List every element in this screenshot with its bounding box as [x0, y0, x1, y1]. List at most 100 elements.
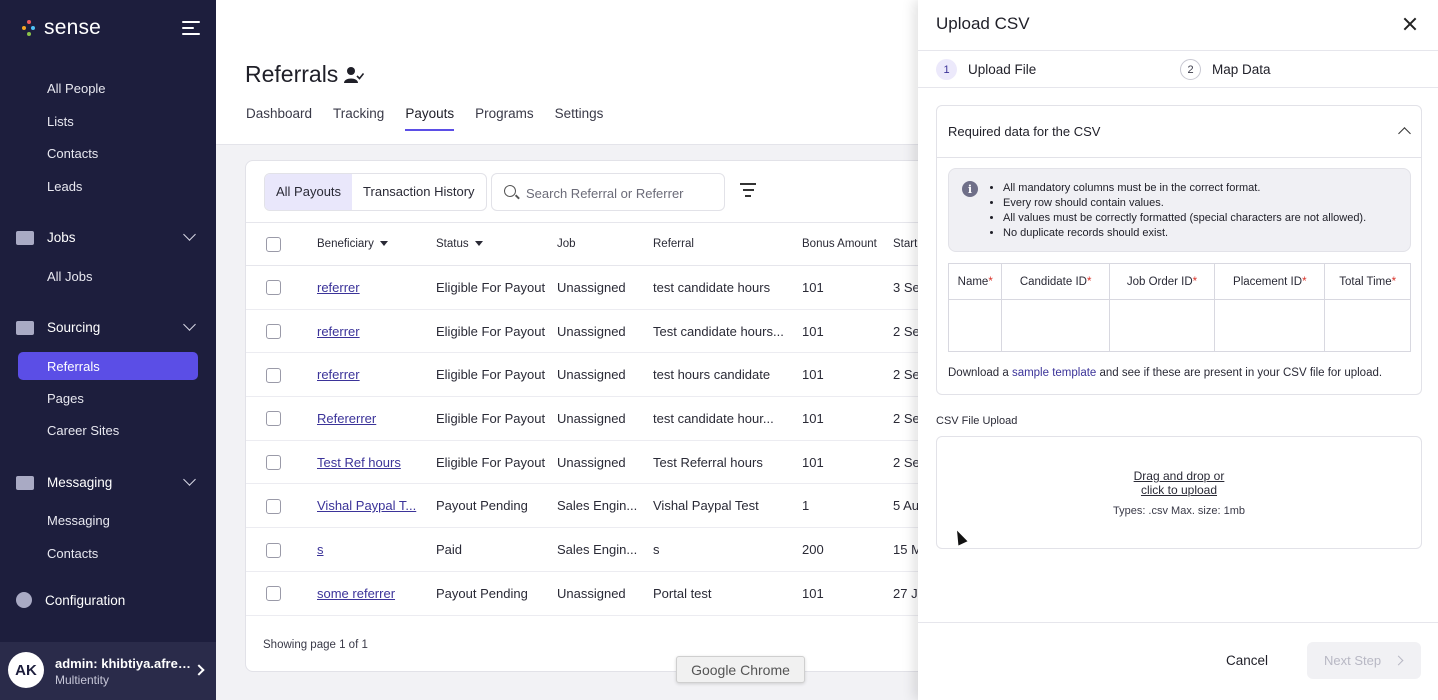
col-status[interactable]: Status [436, 222, 557, 266]
sample-template-link[interactable]: sample template [1012, 367, 1096, 379]
col-label: Total Time [1339, 275, 1392, 288]
page-header: Referrals Dashboard Tracking Payouts Pro… [216, 0, 918, 145]
segment-transaction-history[interactable]: Transaction History [352, 174, 486, 210]
segment-all-payouts[interactable]: All Payouts [265, 174, 353, 210]
file-types-hint: Types: .csv Max. size: 1mb [1112, 505, 1246, 517]
col-label: Status [436, 238, 469, 250]
pagination-status: Showing page 1 of 1 [263, 639, 368, 651]
beneficiary-link[interactable]: referrer [317, 280, 360, 295]
chevron-down-icon [183, 318, 196, 331]
beneficiary-link[interactable]: some referrer [317, 586, 395, 601]
select-all-checkbox[interactable] [266, 236, 281, 252]
cell-status: Eligible For Payout [436, 396, 557, 441]
sidebar-item-all-people[interactable]: All People [47, 81, 106, 96]
browser-tooltip: Google Chrome [676, 656, 805, 683]
table-row[interactable]: Test Ref hours Eligible For Payout Unassig… [246, 440, 964, 485]
drop-text[interactable]: Drag and drop or [937, 469, 1421, 483]
beneficiary-link[interactable]: referrer [317, 324, 360, 339]
row-checkbox[interactable] [266, 280, 281, 296]
sidebar: sense All People Lists Contacts Leads Jo… [0, 0, 216, 700]
sidebar-section-configuration[interactable]: Configuration [16, 592, 200, 608]
sidebar-section-messaging[interactable]: Messaging [16, 473, 200, 490]
cell-referral: test candidate hours [653, 265, 802, 310]
collapse-menu-icon[interactable] [182, 20, 200, 36]
cell-referral: s [653, 527, 802, 572]
table-row[interactable]: Refererrer Eligible For Payout Unassigned t… [246, 396, 964, 441]
table-row[interactable]: s Paid Sales Engin... s 200 15 M [246, 527, 964, 572]
sidebar-item-leads[interactable]: Leads [47, 179, 82, 194]
tab-settings[interactable]: Settings [555, 106, 604, 131]
cell-job: Unassigned [557, 440, 653, 485]
accordion-title: Required data for the CSV [948, 124, 1101, 139]
sidebar-item-contacts-messaging[interactable]: Contacts [47, 546, 98, 561]
cell-status: Eligible For Payout [436, 265, 557, 310]
row-checkbox[interactable] [266, 455, 281, 471]
sidebar-item-messaging[interactable]: Messaging [47, 513, 110, 528]
chevron-right-icon[interactable] [193, 664, 205, 676]
user-bar[interactable]: AK admin: khibtiya.afree... Multientity [0, 642, 216, 700]
table-row[interactable]: Vishal Paypal T... Payout Pending Sales En… [246, 483, 964, 529]
tab-payouts[interactable]: Payouts [405, 106, 455, 131]
req-col-name: Name* [947, 263, 1003, 300]
table-row[interactable]: referrer Eligible For Payout Unassigned tes… [246, 265, 964, 310]
step-number: 2 [1180, 59, 1201, 80]
cell-beneficiary: Test Ref hours [317, 440, 436, 485]
table-row[interactable]: some referrer Payout Pending Unassigned Por… [246, 571, 964, 616]
row-checkbox[interactable] [266, 498, 281, 514]
user-check-icon [344, 67, 364, 83]
section-label: Messaging [47, 475, 113, 490]
chevron-up-icon[interactable] [1398, 127, 1411, 140]
cell-status: Eligible For Payout [436, 309, 557, 354]
sidebar-section-jobs[interactable]: Jobs [16, 228, 200, 245]
beneficiary-link[interactable]: s [317, 542, 324, 557]
cell-job: Sales Engin... [557, 483, 653, 529]
req-col-total-time: Total Time* [1324, 263, 1411, 300]
sidebar-item-pages[interactable]: Pages [47, 391, 84, 406]
filter-icon[interactable] [740, 183, 756, 197]
row-checkbox[interactable] [266, 367, 281, 383]
sidebar-item-lists[interactable]: Lists [47, 114, 74, 129]
sidebar-item-referrals[interactable]: Referrals [47, 359, 100, 374]
row-checkbox[interactable] [266, 586, 281, 602]
row-checkbox[interactable] [266, 542, 281, 558]
table-row[interactable]: referrer Eligible For Payout Unassigned Tes… [246, 309, 964, 354]
col-label: Job Order ID [1126, 275, 1193, 288]
next-step-button[interactable]: Next Step [1307, 642, 1421, 679]
cell-referral: Test candidate hours... [653, 309, 802, 354]
rules-list: All mandatory columns must be in the cor… [1003, 181, 1366, 241]
sidebar-section-sourcing[interactable]: Sourcing [16, 318, 200, 335]
cell-beneficiary: s [317, 527, 436, 572]
sidebar-item-contacts[interactable]: Contacts [47, 146, 98, 161]
cell-status: Payout Pending [436, 571, 557, 616]
tab-programs[interactable]: Programs [475, 106, 534, 131]
sidebar-item-all-jobs[interactable]: All Jobs [47, 269, 93, 284]
beneficiary-link[interactable]: referrer [317, 367, 360, 382]
info-icon: i [962, 181, 978, 197]
sidebar-item-career-sites[interactable]: Career Sites [47, 423, 119, 438]
csv-dropzone[interactable]: Drag and drop or click to upload Types: … [936, 436, 1422, 549]
app-logo[interactable]: sense [22, 16, 101, 40]
click-to-upload-link[interactable]: click to upload [937, 483, 1421, 497]
row-checkbox[interactable] [266, 324, 281, 340]
step-upload-file: 1 Upload File [936, 59, 1036, 80]
tab-tracking[interactable]: Tracking [333, 106, 384, 131]
search-input[interactable] [526, 183, 716, 203]
beneficiary-link[interactable]: Vishal Paypal T... [317, 498, 416, 513]
close-icon[interactable] [1402, 16, 1418, 32]
logo-icon [22, 20, 36, 36]
tab-dashboard[interactable]: Dashboard [246, 106, 312, 131]
beneficiary-link[interactable]: Refererrer [317, 411, 376, 426]
table-row[interactable]: referrer Eligible For Payout Unassigned tes… [246, 352, 964, 398]
cancel-button[interactable]: Cancel [1226, 653, 1268, 668]
cell-bonus-amount: 101 [802, 396, 893, 441]
col-label: Beneficiary [317, 238, 374, 250]
upload-csv-panel: Upload CSV 1 Upload File 2 Map Data Requ… [918, 0, 1438, 700]
accordion-header[interactable]: Required data for the CSV [937, 106, 1421, 158]
beneficiary-link[interactable]: Test Ref hours [317, 455, 401, 470]
required-columns-header: Name* Candidate ID* Job Order ID* Placem… [947, 263, 1411, 300]
cell-job: Unassigned [557, 309, 653, 354]
empty-cell [947, 299, 1003, 352]
row-checkbox[interactable] [266, 411, 281, 427]
cell-status: Payout Pending [436, 483, 557, 529]
col-beneficiary[interactable]: Beneficiary [317, 222, 436, 266]
